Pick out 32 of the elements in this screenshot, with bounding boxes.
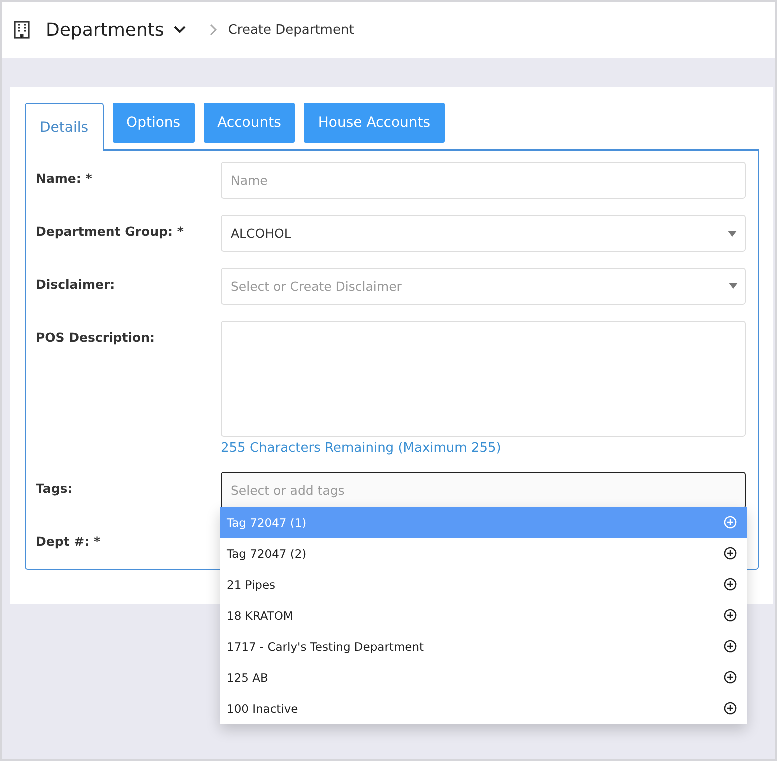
select-field[interactable]: ALCOHOL bbox=[221, 215, 746, 252]
add-icon[interactable] bbox=[724, 578, 737, 591]
tab[interactable]: Details bbox=[25, 103, 104, 151]
tag-option[interactable]: 18 KRATOM bbox=[220, 600, 747, 631]
tag-option[interactable]: 125 AB bbox=[220, 662, 747, 693]
add-icon[interactable] bbox=[724, 609, 737, 622]
building-icon bbox=[14, 21, 30, 39]
field-label: Dept #: * bbox=[36, 533, 102, 549]
field-label: POS Description: bbox=[36, 329, 156, 345]
chevron-right-icon bbox=[210, 24, 218, 36]
field-label: Department Group: * bbox=[36, 223, 185, 239]
add-icon[interactable] bbox=[724, 640, 737, 653]
add-icon[interactable] bbox=[724, 547, 737, 560]
section-title: Departments bbox=[46, 20, 164, 40]
chevron-down-icon[interactable] bbox=[174, 26, 186, 34]
add-icon[interactable] bbox=[724, 671, 737, 684]
characters-remaining: 255 Characters Remaining (Maximum 255) bbox=[221, 441, 502, 456]
add-icon[interactable] bbox=[724, 702, 737, 715]
field-label: Disclaimer: bbox=[36, 276, 116, 292]
dropdown-caret-icon[interactable] bbox=[728, 231, 737, 237]
tag-option[interactable]: 100 Inactive bbox=[220, 693, 747, 724]
tags-field[interactable]: Select or add tags bbox=[221, 472, 746, 509]
name-field[interactable]: Name bbox=[221, 162, 746, 199]
tag-option[interactable]: Tag 72047 (2) bbox=[220, 538, 747, 569]
description-field[interactable] bbox=[221, 321, 746, 437]
select-field[interactable]: Select or Create Disclaimer bbox=[221, 268, 746, 305]
field-label: Name: * bbox=[36, 170, 94, 186]
tag-option[interactable]: 1717 - Carly's Testing Department bbox=[220, 631, 747, 662]
dropdown-caret-icon[interactable] bbox=[729, 283, 738, 289]
tag-option[interactable]: 21 Pipes bbox=[220, 569, 747, 600]
field-label: Tags: bbox=[36, 480, 74, 496]
breadcrumb-page: Create Department bbox=[228, 22, 354, 38]
